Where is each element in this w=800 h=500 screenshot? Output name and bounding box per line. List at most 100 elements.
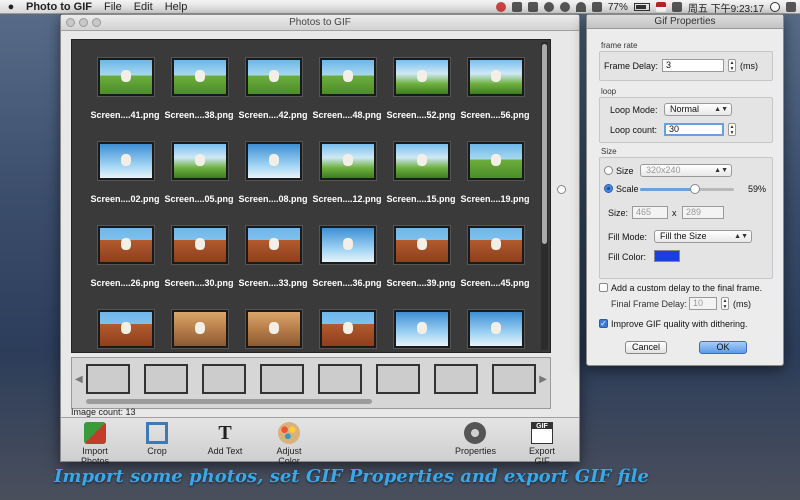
frame-strip[interactable]: ◀ ▶ — [71, 357, 551, 409]
menubar-clock[interactable]: 周五 下午9:23:17 — [688, 0, 764, 15]
close-window-icon[interactable] — [66, 18, 75, 27]
time-machine-icon[interactable] — [543, 2, 554, 12]
volume-icon[interactable] — [591, 2, 602, 12]
crop-button[interactable]: Crop — [139, 422, 175, 456]
flag-icon[interactable] — [495, 2, 506, 12]
image-thumbnail — [246, 142, 302, 180]
final-delay-checkbox-label[interactable]: Add a custom delay to the final frame. — [611, 283, 762, 293]
frame-thumbnail[interactable] — [202, 364, 246, 394]
scale-percent: 59% — [748, 184, 767, 194]
menu-edit[interactable]: Edit — [130, 1, 161, 13]
loop-count-stepper[interactable]: ▲ ▼ — [728, 123, 736, 136]
image-tile[interactable] — [384, 306, 458, 352]
image-tile[interactable]: Screen....42.png — [236, 54, 310, 138]
window-titlebar[interactable]: Photos to GIF — [61, 15, 579, 31]
scale-radio[interactable] — [604, 184, 613, 193]
height-input[interactable]: 289 — [682, 206, 724, 219]
frame-thumbnail[interactable] — [376, 364, 420, 394]
image-tile[interactable]: Screen....36.png — [310, 222, 384, 306]
add-text-button[interactable]: T Add Text — [203, 422, 247, 456]
image-tile[interactable]: Screen....52.png — [384, 54, 458, 138]
size-radio[interactable] — [604, 166, 613, 175]
image-tile[interactable]: Screen....26.png — [88, 222, 162, 306]
image-tile[interactable]: Screen....19.png — [458, 138, 532, 222]
horizontal-scrollbar[interactable] — [86, 399, 372, 404]
final-delay-checkbox[interactable] — [599, 283, 608, 292]
app-menu[interactable]: Photo to GIF — [22, 1, 100, 13]
properties-label: Properties — [455, 446, 497, 456]
image-caption: Screen....48.png — [312, 110, 382, 120]
cartoon-figure — [416, 154, 427, 167]
export-gif-button[interactable]: GIF Export GIF — [521, 422, 563, 466]
camera-icon[interactable] — [511, 2, 522, 12]
image-tile[interactable]: Screen....33.png — [236, 222, 310, 306]
image-tile[interactable]: Screen....08.png — [236, 138, 310, 222]
menu-file[interactable]: File — [100, 1, 130, 13]
vertical-scrollbar[interactable] — [541, 42, 548, 350]
image-tile[interactable] — [310, 306, 384, 352]
size-radio-label[interactable]: Size — [616, 166, 634, 176]
wifi-icon[interactable] — [575, 2, 586, 12]
frame-thumbnail[interactable] — [434, 364, 478, 394]
ok-button[interactable]: OK — [699, 341, 747, 354]
frame-thumbnail[interactable] — [492, 364, 536, 394]
scale-slider-handle[interactable] — [690, 184, 701, 194]
scale-slider-track[interactable] — [640, 188, 734, 191]
image-tile[interactable]: Screen....48.png — [310, 54, 384, 138]
final-frame-delay-stepper[interactable]: ▲ ▼ — [721, 297, 729, 310]
image-tile[interactable]: Screen....45.png — [458, 222, 532, 306]
width-input[interactable]: 465 — [632, 206, 668, 219]
dithering-checkbox-label[interactable]: Improve GIF quality with dithering. — [611, 319, 748, 329]
battery-icon[interactable] — [633, 3, 650, 11]
loop-mode-select[interactable]: Normal ▲▼ — [664, 103, 732, 116]
minimize-window-icon[interactable] — [79, 18, 88, 27]
frame-thumbnail[interactable] — [86, 364, 130, 394]
frame-thumbnail[interactable] — [260, 364, 304, 394]
image-tile[interactable]: Screen....15.png — [384, 138, 458, 222]
import-photos-button[interactable]: Import Photos — [69, 422, 121, 466]
frame-thumbnail[interactable] — [318, 364, 362, 394]
image-tile[interactable]: Screen....05.png — [162, 138, 236, 222]
gif-properties-title[interactable]: Gif Properties — [587, 15, 783, 29]
image-tile[interactable]: Screen....56.png — [458, 54, 532, 138]
display-icon[interactable] — [527, 2, 538, 12]
strip-left-arrow-icon[interactable]: ◀ — [75, 374, 83, 385]
final-frame-delay-input[interactable]: 10 — [689, 297, 717, 310]
fill-mode-select[interactable]: Fill the Size ▲▼ — [654, 230, 752, 243]
image-tile[interactable] — [162, 306, 236, 352]
size-preset-select[interactable]: 320x240 ▲▼ — [640, 164, 732, 177]
apple-menu-icon[interactable]: ● — [0, 1, 22, 13]
properties-button[interactable]: Properties — [455, 422, 497, 456]
cancel-button[interactable]: Cancel — [625, 341, 667, 354]
thumbnail-size-handle[interactable] — [557, 185, 566, 194]
image-tile[interactable] — [236, 306, 310, 352]
image-tile[interactable]: Screen....41.png — [88, 54, 162, 138]
menu-help[interactable]: Help — [161, 1, 196, 13]
frame-thumbnail[interactable] — [144, 364, 188, 394]
image-grid-area[interactable]: Screen....41.png Screen....38.png Screen..… — [71, 39, 551, 353]
strip-right-arrow-icon[interactable]: ▶ — [539, 374, 547, 385]
image-tile[interactable]: Screen....39.png — [384, 222, 458, 306]
bluetooth-icon[interactable] — [559, 2, 570, 12]
spotlight-search-icon[interactable] — [770, 2, 780, 12]
frame-delay-input[interactable]: 3 — [662, 59, 724, 72]
zoom-window-icon[interactable] — [92, 18, 101, 27]
image-tile[interactable] — [88, 306, 162, 352]
image-tile[interactable]: Screen....02.png — [88, 138, 162, 222]
dithering-checkbox[interactable]: ✓ — [599, 319, 608, 328]
fill-color-swatch[interactable] — [654, 250, 680, 262]
image-tile[interactable]: Screen....38.png — [162, 54, 236, 138]
user-icon[interactable] — [671, 2, 682, 12]
image-tile[interactable] — [458, 306, 532, 352]
scale-radio-label[interactable]: Scale — [616, 184, 639, 194]
menu-extras: 77% 周五 下午9:23:17 — [495, 0, 796, 15]
frame-delay-stepper[interactable]: ▲ ▼ — [728, 59, 736, 72]
fill-mode-label: Fill Mode: — [608, 232, 648, 242]
loop-count-input[interactable]: 30 — [664, 123, 724, 136]
notification-center-icon[interactable] — [786, 2, 796, 12]
adjust-color-button[interactable]: Adjust Color — [265, 422, 313, 466]
flag-us-icon[interactable] — [655, 2, 666, 12]
image-tile[interactable]: Screen....30.png — [162, 222, 236, 306]
image-tile[interactable]: Screen....12.png — [310, 138, 384, 222]
scrollbar-knob[interactable] — [542, 44, 547, 244]
